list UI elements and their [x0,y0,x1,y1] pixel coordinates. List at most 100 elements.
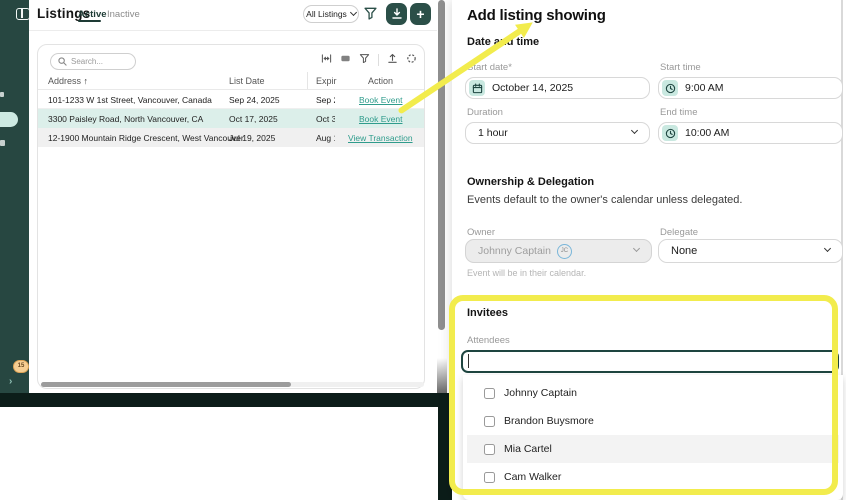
column-header-list-date[interactable]: List Date [229,76,265,86]
toolbar-divider [378,54,379,66]
dark-background-bar [438,393,452,500]
clock-icon [662,125,678,141]
fit-columns-icon[interactable] [321,51,332,69]
header-divider [29,30,447,31]
owner-helper-text: Event will be in their calendar. [467,268,586,278]
filter-icon[interactable] [364,7,377,25]
calendar-icon [469,80,485,96]
chevron-down-icon [350,9,357,16]
start-time-label: Start time [660,62,701,73]
app-sidebar: 15 › [0,0,29,393]
start-date-value: October 14, 2025 [492,82,573,94]
checkbox-icon[interactable] [484,472,495,483]
tab-active[interactable]: Active [78,9,107,20]
sidebar-item-fragment [0,92,4,97]
section-invitees: Invitees [467,307,508,319]
download-button[interactable] [386,3,407,25]
section-date-and-time: Date and time [467,36,539,48]
density-icon[interactable] [340,51,351,69]
table-row[interactable]: 12-1900 Mountain Ridge Crescent, West Va… [38,128,424,147]
start-date-label: Start date* [467,62,512,73]
attendees-input[interactable] [461,350,839,373]
checkbox-icon[interactable] [484,388,495,399]
sort-ascending-icon: ↑ [84,76,89,86]
search-input[interactable]: Search... [50,53,136,70]
duration-label: Duration [467,107,503,118]
start-time-value: 9:00 AM [685,82,724,94]
cell-address: 101-1233 W 1st Street, Vancouver, Canada [48,95,212,105]
cell-list-date: Jul 19, 2025 [229,133,275,143]
delegate-select[interactable]: None [658,239,843,263]
start-time-input[interactable]: 9:00 AM [658,77,843,99]
table-filter-icon[interactable] [359,51,370,69]
plus-icon: + [416,4,424,24]
checkbox-icon[interactable] [484,444,495,455]
cell-list-date: Sep 24, 2025 [229,95,280,105]
search-placeholder: Search... [71,57,103,66]
add-listing-button[interactable]: + [410,3,431,25]
attendee-name: Cam Walker [504,471,561,483]
attendee-name: Mia Cartel [504,443,552,455]
cell-list-date: Oct 17, 2025 [229,114,278,124]
chevron-down-icon [631,127,638,134]
chevron-down-icon [633,245,640,252]
cell-expiry: Sep 2 [316,95,335,105]
attendee-option[interactable]: Brandon Buysmore [467,407,839,435]
sidebar-active-item[interactable] [0,112,18,127]
sidebar-item-fragment [0,140,5,146]
checkbox-icon[interactable] [484,416,495,427]
sidebar-expand-icon[interactable]: › [9,377,12,387]
all-listings-label: All Listings [306,9,347,19]
listings-window: 15 › Listings Active Inactive All Listin… [0,0,447,393]
chevron-down-icon [824,245,831,252]
settings-icon[interactable] [406,51,417,69]
cell-expiry: Aug 1 [316,133,335,143]
duration-select[interactable]: 1 hour [465,122,650,144]
attendees-label: Attendees [467,335,510,346]
sidebar-toggle-icon[interactable] [16,8,30,20]
drawer-title: Add listing showing [467,7,606,24]
clock-icon [662,80,678,96]
all-listings-dropdown[interactable]: All Listings [303,5,359,23]
ownership-description: Events default to the owner's calendar u… [467,194,742,206]
delegate-value: None [671,245,697,257]
attendee-option-hover[interactable]: Mia Cartel [467,435,839,463]
attendee-name: Johnny Captain [504,387,577,399]
book-event-link[interactable]: Book Event [359,114,402,124]
delegate-label: Delegate [660,227,698,238]
listings-table-card: Search... Address ↑ List Date Expir Acti… [37,44,425,389]
cell-expiry: Oct 3 [316,114,335,124]
column-header-expiry[interactable]: Expir [316,76,337,86]
attendees-dropdown: Johnny Captain Brandon Buysmore Mia Cart… [463,375,843,500]
cell-address: 3300 Paisley Road, North Vancouver, CA [48,114,203,124]
download-icon [391,8,403,20]
vertical-scrollbar-thumb[interactable] [438,0,445,330]
table-row[interactable]: 101-1233 W 1st Street, Vancouver, Canada… [38,90,424,109]
end-time-value: 10:00 AM [685,127,729,139]
horizontal-scrollbar-thumb[interactable] [41,382,291,387]
view-transaction-link[interactable]: View Transaction [348,133,413,143]
duration-value: 1 hour [478,127,508,139]
owner-value: Johnny Captain [478,245,551,257]
owner-select-disabled: Johnny Captain JC [465,239,652,263]
book-event-link[interactable]: Book Event [359,95,402,105]
export-icon[interactable] [387,51,398,69]
search-icon [58,57,67,66]
section-ownership: Ownership & Delegation [467,176,594,188]
start-date-input[interactable]: October 14, 2025 [465,77,650,99]
dark-background-band [0,393,452,407]
end-time-label: End time [660,107,698,118]
tab-inactive[interactable]: Inactive [107,9,140,20]
end-time-input[interactable]: 10:00 AM [658,122,843,144]
scrollbar-fade [437,358,447,393]
owner-avatar: JC [557,244,572,259]
column-header-address[interactable]: Address ↑ [48,76,88,86]
text-cursor [468,354,469,368]
sidebar-user-badge[interactable]: 15 [13,360,29,373]
table-row-selected[interactable]: 3300 Paisley Road, North Vancouver, CA O… [38,109,424,128]
cell-address: 12-1900 Mountain Ridge Crescent, West Va… [48,133,244,143]
attendee-option[interactable]: Cam Walker [467,463,839,491]
tab-active-underline [78,20,101,22]
column-header-action[interactable]: Action [368,76,393,86]
attendee-option[interactable]: Johnny Captain [467,379,839,407]
